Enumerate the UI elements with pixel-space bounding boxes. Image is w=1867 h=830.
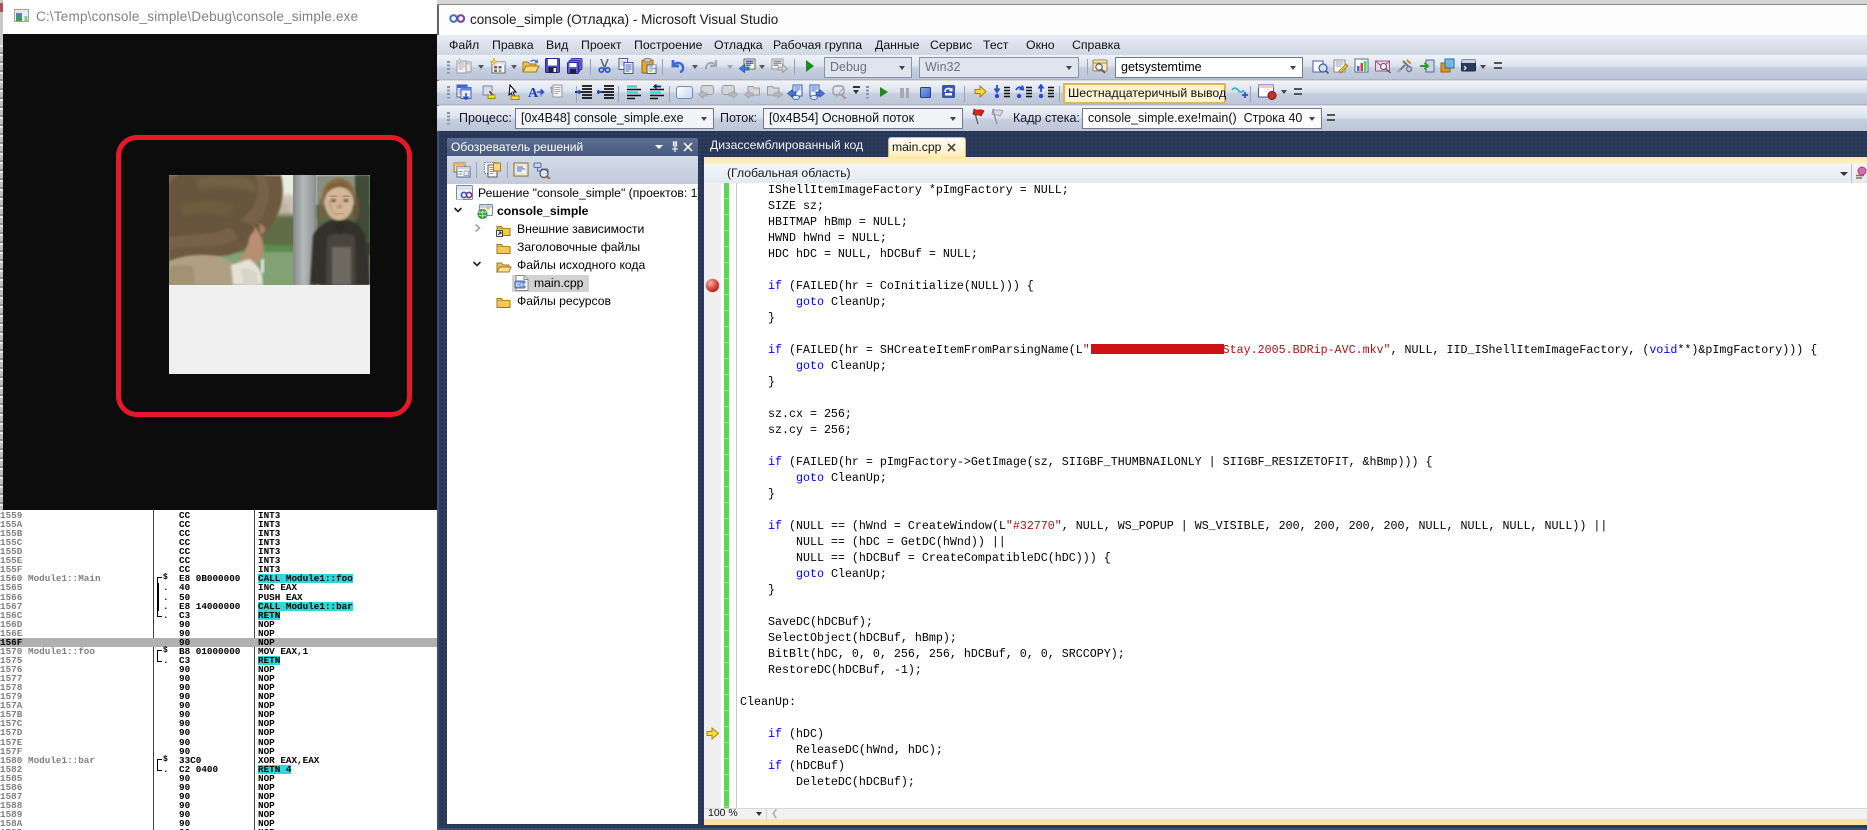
svg-text:C++: C++ bbox=[516, 283, 528, 289]
svg-text:A: A bbox=[528, 86, 539, 100]
